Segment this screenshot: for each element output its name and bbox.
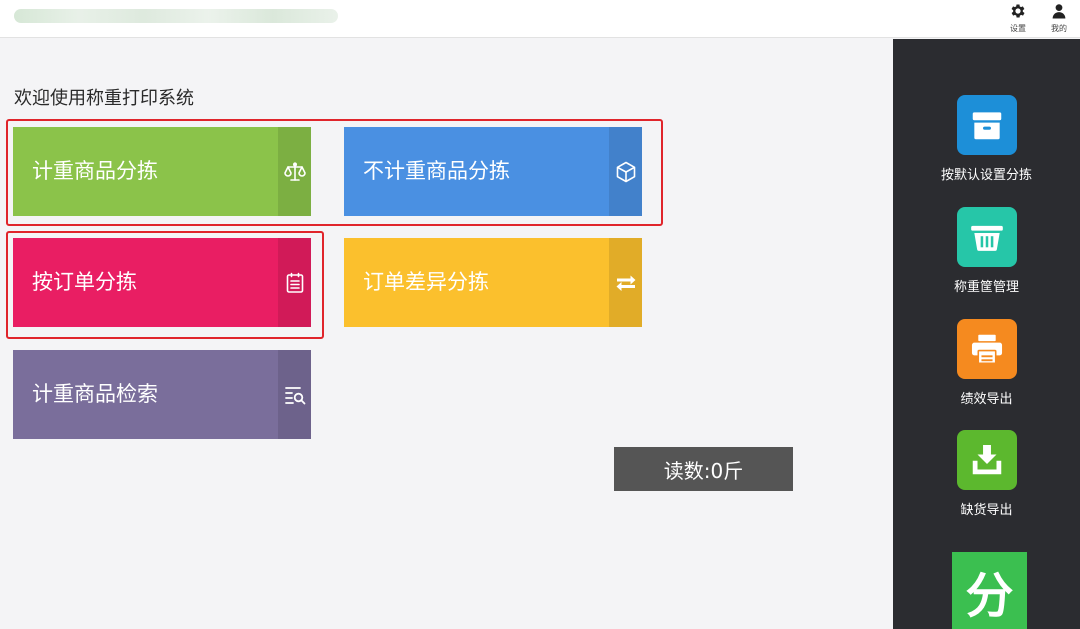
user-icon: [1052, 4, 1066, 19]
scale-reading-display: 读数:0斤: [614, 447, 793, 491]
settings-label: 设置: [1010, 24, 1026, 33]
tile-label: 订单差异分拣: [363, 270, 489, 294]
sidebar-icon-bg: [956, 95, 1017, 155]
storage-box-icon: [972, 112, 1001, 140]
mine-button[interactable]: 我的: [1042, 1, 1076, 37]
sidebar-item-label: 按默认设置分拣: [940, 168, 1032, 183]
scale-icon: [283, 161, 306, 181]
sidebar-item-label: 绩效导出: [960, 392, 1013, 407]
tile-side: [609, 127, 642, 216]
tile-weighed-search[interactable]: 计重商品检索: [13, 350, 311, 439]
clipboard-icon: [286, 272, 303, 293]
tile-label: 计重商品分拣: [32, 159, 158, 183]
app-logo: 分: [952, 552, 1027, 629]
tile-order-sorting[interactable]: 按订单分拣: [13, 238, 311, 327]
sidebar-item-default-sorting[interactable]: 按默认设置分拣: [893, 95, 1080, 183]
top-bar: 设置 我的: [0, 0, 1080, 38]
sidebar-icon-bg: [956, 319, 1017, 379]
tile-label: 不计重商品分拣: [363, 159, 510, 183]
right-sidebar: 按默认设置分拣 称重筐管理 绩效导出 缺货导出 分: [893, 39, 1080, 629]
tile-order-difference-sorting[interactable]: 订单差异分拣: [344, 238, 642, 327]
sidebar-item-label: 称重筐管理: [953, 280, 1019, 295]
download-tray-icon: [972, 444, 1001, 475]
sidebar-icon-bg: [956, 207, 1017, 267]
settings-button[interactable]: 设置: [1001, 1, 1035, 37]
tile-side: [609, 238, 642, 327]
tile-unweighed-sorting[interactable]: 不计重商品分拣: [344, 127, 642, 216]
list-search-icon: [284, 386, 305, 404]
swap-arrows-icon: [616, 275, 635, 291]
blurred-window-title: [14, 9, 338, 23]
sidebar-icon-bg: [956, 430, 1017, 490]
tile-label: 按订单分拣: [32, 270, 137, 294]
tile-side: [278, 238, 311, 327]
box-icon: [616, 161, 635, 182]
sidebar-item-basket-management[interactable]: 称重筐管理: [893, 207, 1080, 295]
sidebar-item-label: 缺货导出: [960, 503, 1013, 518]
tile-weighed-sorting[interactable]: 计重商品分拣: [13, 127, 311, 216]
sidebar-item-shortage-export[interactable]: 缺货导出: [893, 430, 1080, 518]
welcome-text: 欢迎使用称重打印系统: [14, 88, 194, 109]
tile-side: [278, 127, 311, 216]
basket-icon: [970, 225, 1003, 251]
tile-side: [278, 350, 311, 439]
sidebar-item-performance-export[interactable]: 绩效导出: [893, 319, 1080, 407]
mine-label: 我的: [1051, 24, 1067, 33]
gear-icon: [1011, 4, 1025, 18]
tile-label: 计重商品检索: [32, 382, 158, 406]
printer-icon: [971, 334, 1002, 365]
